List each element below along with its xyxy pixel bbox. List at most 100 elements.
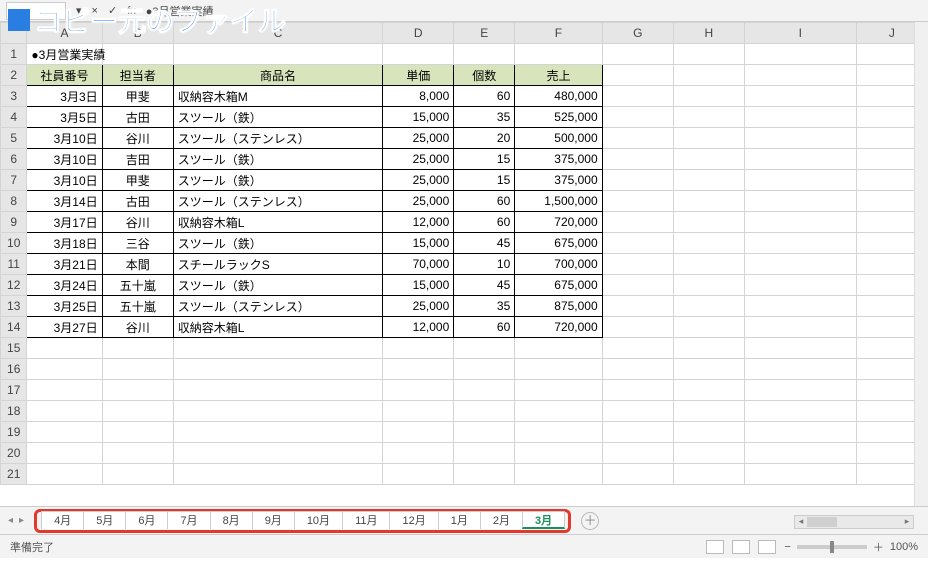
cell[interactable]: 525,000 [515, 107, 602, 128]
cell[interactable] [602, 464, 673, 485]
cell[interactable] [602, 422, 673, 443]
row-header[interactable]: 14 [1, 317, 27, 338]
chevron-down-icon[interactable]: ▾ [76, 4, 82, 17]
cell[interactable] [744, 254, 856, 275]
cell[interactable] [173, 338, 382, 359]
cell[interactable]: 社員番号 [27, 65, 102, 86]
cell[interactable]: スチールラックS [173, 254, 382, 275]
column-header[interactable]: G [602, 23, 673, 44]
check-icon[interactable]: ✓ [108, 4, 117, 17]
cell[interactable]: スツール（鉄） [173, 107, 382, 128]
sheet-tab[interactable]: 11月 [342, 511, 390, 529]
view-normal-button[interactable] [706, 540, 724, 554]
cell[interactable] [27, 443, 102, 464]
tab-nav-last-icon[interactable]: ▸ [19, 515, 24, 526]
cell[interactable]: 25,000 [383, 128, 454, 149]
cell[interactable]: 谷川 [102, 212, 173, 233]
cell[interactable] [454, 44, 515, 65]
cell[interactable] [744, 107, 856, 128]
cell[interactable]: 45 [454, 233, 515, 254]
cell[interactable]: 720,000 [515, 212, 602, 233]
cell[interactable] [673, 443, 744, 464]
sheet-tab[interactable]: 8月 [210, 511, 253, 529]
cell[interactable] [744, 170, 856, 191]
row-header[interactable]: 5 [1, 128, 27, 149]
cell[interactable] [744, 44, 856, 65]
row-header[interactable]: 7 [1, 170, 27, 191]
cell[interactable] [602, 275, 673, 296]
cell[interactable]: 五十嵐 [102, 296, 173, 317]
cell[interactable]: 375,000 [515, 149, 602, 170]
vertical-scrollbar[interactable] [914, 22, 928, 512]
cell[interactable]: 3月27日 [27, 317, 102, 338]
row-header[interactable]: 1 [1, 44, 27, 65]
cell[interactable]: 15,000 [383, 275, 454, 296]
cell[interactable] [454, 401, 515, 422]
cell[interactable] [102, 464, 173, 485]
cell[interactable] [673, 254, 744, 275]
cell[interactable]: 15,000 [383, 233, 454, 254]
cell[interactable]: 古田 [102, 107, 173, 128]
cell[interactable] [673, 359, 744, 380]
cell[interactable] [515, 44, 602, 65]
cell[interactable] [673, 44, 744, 65]
sheet-tab[interactable]: 3月 [522, 511, 565, 529]
cell[interactable] [673, 233, 744, 254]
cell[interactable] [383, 443, 454, 464]
view-layout-button[interactable] [732, 540, 750, 554]
cell[interactable] [602, 443, 673, 464]
cell[interactable] [454, 443, 515, 464]
cell[interactable] [602, 233, 673, 254]
cell[interactable] [602, 317, 673, 338]
cell[interactable]: 収納容木箱L [173, 212, 382, 233]
sheet-tab[interactable]: 4月 [41, 511, 84, 529]
cell[interactable]: 3月3日 [27, 86, 102, 107]
sheet-tab[interactable]: 12月 [389, 511, 438, 529]
cell[interactable]: 3月14日 [27, 191, 102, 212]
cell[interactable] [102, 401, 173, 422]
scroll-left-icon[interactable]: ◂ [795, 516, 807, 528]
cell[interactable]: 3月17日 [27, 212, 102, 233]
sheet-tab[interactable]: 9月 [252, 511, 295, 529]
cell[interactable] [454, 338, 515, 359]
zoom-slider[interactable] [797, 545, 867, 549]
select-all-corner[interactable] [1, 23, 27, 44]
cell[interactable] [102, 422, 173, 443]
cell[interactable] [27, 422, 102, 443]
row-header[interactable]: 4 [1, 107, 27, 128]
cell[interactable] [27, 464, 102, 485]
cell[interactable] [515, 464, 602, 485]
cell[interactable]: スツール（鉄） [173, 275, 382, 296]
cell[interactable] [744, 380, 856, 401]
cell[interactable] [744, 443, 856, 464]
sheet-tab[interactable]: 7月 [167, 511, 210, 529]
cell[interactable]: 8,000 [383, 86, 454, 107]
cell[interactable]: 収納容木箱M [173, 86, 382, 107]
cell[interactable] [102, 359, 173, 380]
cell[interactable] [454, 464, 515, 485]
cell[interactable]: 720,000 [515, 317, 602, 338]
name-box[interactable] [6, 2, 66, 20]
row-header[interactable]: 15 [1, 338, 27, 359]
cell[interactable] [602, 65, 673, 86]
cell[interactable]: 甲斐 [102, 170, 173, 191]
cell[interactable]: 675,000 [515, 233, 602, 254]
cell[interactable] [602, 149, 673, 170]
cell[interactable] [383, 422, 454, 443]
cell[interactable] [602, 212, 673, 233]
zoom-out-button[interactable]: − [784, 541, 790, 553]
cell[interactable] [383, 359, 454, 380]
cell[interactable]: 3月5日 [27, 107, 102, 128]
row-header[interactable]: 17 [1, 380, 27, 401]
cell[interactable] [602, 107, 673, 128]
sheet-tab[interactable]: 6月 [125, 511, 168, 529]
cell[interactable] [383, 44, 454, 65]
column-header[interactable]: B [102, 23, 173, 44]
cell[interactable] [515, 338, 602, 359]
cell[interactable] [673, 317, 744, 338]
cell[interactable]: 吉田 [102, 149, 173, 170]
cell[interactable] [454, 422, 515, 443]
cell[interactable] [673, 380, 744, 401]
cell[interactable] [744, 359, 856, 380]
cell[interactable]: 3月21日 [27, 254, 102, 275]
